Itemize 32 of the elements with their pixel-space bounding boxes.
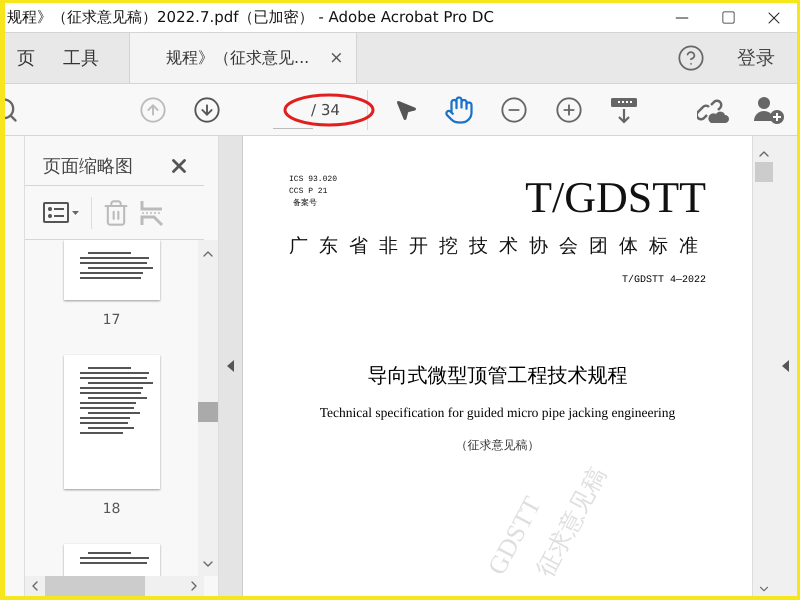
- add-user-icon[interactable]: [753, 94, 785, 124]
- document-title: 导向式微型顶管工程技术规程: [368, 362, 628, 389]
- panel-title: 页面缩略图: [43, 154, 133, 178]
- page-number-label: 17: [102, 312, 120, 328]
- scrollbar-thumb[interactable]: [45, 576, 145, 596]
- options-menu-icon[interactable]: [43, 202, 81, 224]
- hand-icon[interactable]: [444, 94, 474, 124]
- classification-code: 备案号: [293, 198, 318, 210]
- classification-code: CCS P 21: [289, 186, 328, 198]
- page-thumbnail[interactable]: [64, 354, 160, 490]
- document-title-english: Technical specification for guided micro pipe jacking engineering: [320, 405, 676, 421]
- page-thumbnail[interactable]: [64, 544, 160, 576]
- classification-code: ICS 93.020: [289, 174, 338, 186]
- draft-status: （征求意见稿）: [456, 437, 540, 454]
- tab[interactable]: 页: [17, 33, 51, 83]
- page-total: / 34: [311, 100, 340, 118]
- scrollbar-thumb[interactable]: [755, 162, 773, 182]
- arrow-down-icon[interactable]: [193, 96, 221, 124]
- maximize-icon[interactable]: [720, 10, 736, 25]
- sign-in-button[interactable]: 登录: [705, 33, 797, 83]
- page-thumbnail[interactable]: [64, 240, 160, 300]
- standard-number: T/GDSTT 4—2022: [622, 275, 706, 286]
- page-number-label: 18: [102, 501, 120, 518]
- expand-arrow-icon[interactable]: [782, 360, 790, 372]
- window-title: 规程》（征求意见稿）2022.7.pdf（已加密） - Adobe Acrobat Pro DC: [6, 8, 495, 27]
- scrollbar-thumb[interactable]: [198, 402, 218, 422]
- tab-close-button[interactable]: ×: [329, 48, 344, 68]
- association-name: 广东省非开挖技术协会团体标准: [289, 234, 706, 259]
- collapse-arrow-icon[interactable]: [226, 360, 234, 372]
- tab[interactable]: 工具: [63, 33, 115, 83]
- standard-logo: T/GDSTT: [525, 172, 706, 223]
- tab[interactable]: 规程》（征求意见... ×: [129, 33, 357, 83]
